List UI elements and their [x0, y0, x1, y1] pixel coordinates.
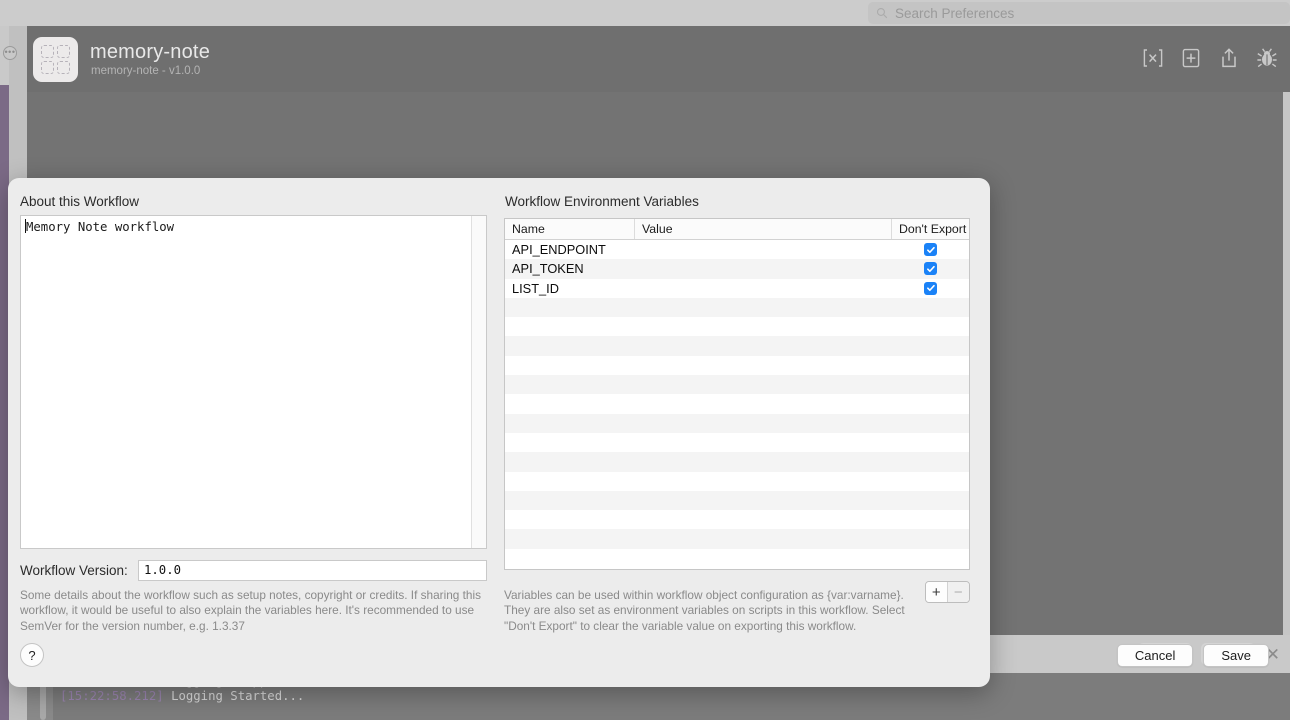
- table-row-empty[interactable]: [505, 297, 969, 318]
- workflow-grid-icon: [33, 37, 78, 82]
- table-row-empty[interactable]: [505, 529, 969, 549]
- save-button[interactable]: Save: [1203, 644, 1269, 667]
- table-row[interactable]: API_ENDPOINT: [505, 240, 969, 259]
- env-table-header: Name Value Don't Export: [505, 219, 969, 240]
- table-row-empty[interactable]: [505, 452, 969, 472]
- dialog-actions: Cancel Save: [1116, 644, 1269, 667]
- table-row-empty[interactable]: [505, 472, 969, 491]
- table-row-empty[interactable]: [505, 356, 969, 375]
- log-timestamp: [15:22:58.212]: [60, 688, 164, 703]
- log-message: Logging Started...: [171, 688, 305, 703]
- about-text-content: Memory Note workflow: [26, 220, 175, 234]
- variable-name[interactable]: LIST_ID: [505, 281, 635, 296]
- add-variable-button[interactable]: +: [926, 582, 948, 602]
- table-row-empty[interactable]: [505, 490, 969, 511]
- env-section-title: Workflow Environment Variables: [505, 194, 699, 209]
- dont-export-checkbox[interactable]: [924, 281, 937, 295]
- rail-menu-button[interactable]: •••: [3, 46, 17, 60]
- table-row-empty[interactable]: [505, 433, 969, 452]
- table-row-empty[interactable]: [505, 413, 969, 433]
- search-placeholder: Search Preferences: [895, 5, 1015, 21]
- dont-export-checkbox[interactable]: [924, 243, 937, 257]
- table-row-empty[interactable]: [505, 510, 969, 529]
- variable-name[interactable]: API_TOKEN: [505, 261, 635, 276]
- remove-variable-button[interactable]: −: [947, 582, 969, 602]
- workflow-title: memory-note: [90, 41, 211, 63]
- version-input[interactable]: 1.0.0: [138, 560, 487, 581]
- header-toolbar: [1141, 46, 1279, 70]
- about-textarea-scrollbar[interactable]: [471, 216, 486, 548]
- table-row[interactable]: LIST_ID: [505, 279, 969, 298]
- table-row-empty[interactable]: [505, 394, 969, 413]
- table-row-empty[interactable]: [505, 336, 969, 356]
- debug-bug-icon[interactable]: [1255, 46, 1279, 70]
- variable-name[interactable]: API_ENDPOINT: [505, 242, 635, 257]
- table-row[interactable]: API_TOKEN: [505, 259, 969, 279]
- canvas-vertical-scrollbar[interactable]: [1283, 92, 1290, 635]
- column-header-dont-export[interactable]: Don't Export: [892, 219, 969, 239]
- search-preferences-field[interactable]: Search Preferences: [868, 2, 1290, 24]
- dont-export-cell[interactable]: [892, 281, 969, 295]
- dont-export-checkbox[interactable]: [924, 262, 937, 276]
- env-help-text: Variables can be used within workflow ob…: [504, 588, 905, 633]
- help-button[interactable]: ?: [20, 643, 44, 667]
- app-root: Search Preferences ••• memory-note memor…: [0, 0, 1290, 720]
- variables-icon[interactable]: [1141, 46, 1165, 70]
- dont-export-cell[interactable]: [892, 243, 969, 257]
- cancel-button[interactable]: Cancel: [1116, 644, 1194, 667]
- column-header-name[interactable]: Name: [505, 219, 635, 239]
- env-add-remove-control: + −: [925, 581, 970, 603]
- table-row-empty[interactable]: [505, 317, 969, 336]
- dont-export-cell[interactable]: [892, 262, 969, 276]
- version-label: Workflow Version:: [20, 563, 128, 578]
- table-row-empty[interactable]: [505, 375, 969, 395]
- env-table-body: API_ENDPOINT API_TOKEN LIST_ID: [505, 240, 969, 568]
- log-line: [15:22:58.212] Logging Started...: [60, 689, 1290, 704]
- workflow-subtitle: memory-note - v1.0.0: [91, 65, 201, 77]
- share-icon[interactable]: [1217, 46, 1241, 70]
- search-icon: [876, 7, 888, 19]
- about-section-title: About this Workflow: [20, 194, 140, 209]
- app-header: [27, 26, 1290, 92]
- env-variables-table[interactable]: Name Value Don't Export API_ENDPOINT API_…: [504, 218, 970, 570]
- table-row-empty[interactable]: [505, 549, 969, 568]
- about-help-text: Some details about the workflow such as …: [20, 588, 481, 633]
- about-textarea[interactable]: [20, 215, 487, 549]
- add-object-icon[interactable]: [1179, 46, 1203, 70]
- column-header-value[interactable]: Value: [635, 219, 892, 239]
